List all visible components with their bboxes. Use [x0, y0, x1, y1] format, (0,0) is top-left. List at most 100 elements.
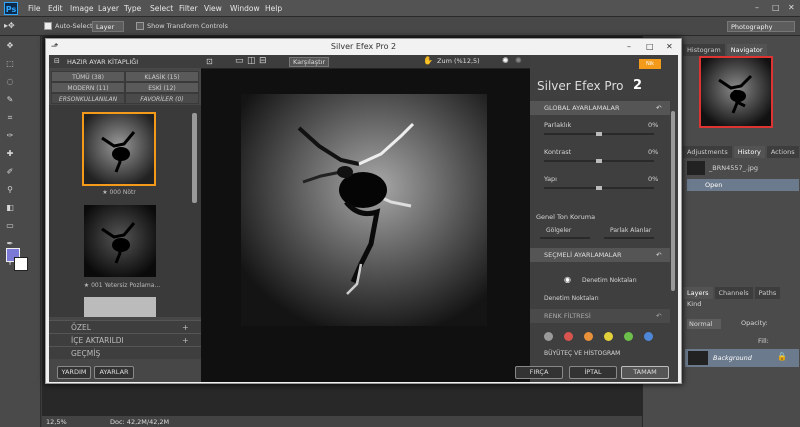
section-custom[interactable]: ÖZEL +: [49, 320, 201, 333]
structure-knob[interactable]: [596, 186, 602, 190]
reset-icon[interactable]: ↶: [656, 248, 661, 262]
maximize-icon[interactable]: □: [772, 3, 780, 12]
filter-neutral[interactable]: [544, 332, 553, 341]
tab-paths[interactable]: Paths: [754, 287, 781, 299]
transform-checkbox[interactable]: [136, 22, 144, 30]
light-bg-icon[interactable]: ✺: [502, 56, 509, 65]
history-item-open[interactable]: Open: [687, 179, 799, 191]
reset-icon[interactable]: ↶: [656, 101, 661, 115]
zoom-dropdown[interactable]: Zum (%12,5): [437, 57, 480, 65]
preset-thumb-neutral[interactable]: [82, 112, 156, 186]
compare-button[interactable]: Karşılaştır: [289, 57, 330, 67]
contrast-knob[interactable]: [596, 159, 602, 163]
menu-filter[interactable]: Filter: [179, 4, 198, 13]
auto-select-checkbox[interactable]: [44, 22, 52, 30]
filter-green[interactable]: [624, 332, 633, 341]
menu-select[interactable]: Select: [150, 4, 173, 13]
color-filters-header[interactable]: RENK FİLTRESİ ↶: [530, 309, 670, 323]
tab-adjustments[interactable]: Adjustments: [683, 146, 732, 158]
dialog-maximize-icon[interactable]: □: [646, 39, 654, 55]
dialog-minimize-icon[interactable]: –: [627, 39, 631, 55]
tab-layers[interactable]: Layers: [683, 287, 713, 299]
section-imported[interactable]: İÇE AKTARILDI +: [49, 333, 201, 346]
cancel-button[interactable]: İPTAL: [569, 366, 617, 379]
structure-slider[interactable]: [544, 186, 654, 190]
healing-icon[interactable]: ✚: [4, 148, 16, 160]
brightness-control[interactable]: Parlaklık 0%: [530, 117, 670, 139]
control-point-icon[interactable]: ◉: [564, 275, 571, 284]
menu-type[interactable]: Type: [124, 4, 141, 13]
layer-row-background[interactable]: Background 🔒: [685, 349, 799, 367]
tab-all-presets[interactable]: TÜMÜ (38): [51, 71, 125, 82]
lasso-tool-icon[interactable]: ◌: [4, 76, 16, 88]
tab-modern[interactable]: MODERN (11): [51, 82, 125, 93]
menu-image[interactable]: Image: [70, 4, 94, 13]
shadows-slider[interactable]: [540, 237, 590, 239]
structure-control[interactable]: Yapı 0%: [530, 171, 670, 193]
brush-tool-icon[interactable]: ✐: [4, 166, 16, 178]
menu-file[interactable]: File: [28, 4, 41, 13]
menu-view[interactable]: View: [204, 4, 222, 13]
dark-bg-icon[interactable]: ✺: [515, 56, 522, 65]
tab-channels[interactable]: Channels: [714, 287, 753, 299]
ok-button[interactable]: TAMAM: [621, 366, 669, 379]
quick-select-icon[interactable]: ✎: [4, 94, 16, 106]
global-adjustments-header[interactable]: GLOBAL AYARLAMALAR ↶: [530, 101, 670, 115]
loupe-histogram-header[interactable]: BÜYÜTEÇ VE HİSTOGRAM: [544, 350, 620, 357]
minimize-icon[interactable]: –: [755, 3, 759, 12]
tab-actions[interactable]: Actions: [766, 146, 799, 158]
filter-yellow[interactable]: [604, 332, 613, 341]
sidebar-toggle-icon[interactable]: ⊡: [206, 57, 213, 66]
tab-history[interactable]: History: [733, 146, 765, 158]
gradient-tool-icon[interactable]: ▭: [4, 220, 16, 232]
brightness-knob[interactable]: [596, 132, 602, 136]
brightness-slider[interactable]: [544, 132, 654, 136]
highlights-slider[interactable]: [604, 237, 654, 239]
contrast-control[interactable]: Kontrast 0%: [530, 144, 670, 166]
section-history[interactable]: GEÇMİŞ: [49, 346, 201, 359]
reset-icon[interactable]: ↶: [656, 309, 661, 323]
preset-library-header[interactable]: ⊟ HAZIR AYAR KİTAPLIĞI: [49, 55, 201, 68]
preset-thumb-next[interactable]: [84, 297, 156, 317]
navigator-thumbnail[interactable]: [699, 56, 773, 128]
preset-thumb-underexposed[interactable]: [84, 205, 156, 277]
stamp-tool-icon[interactable]: ⚲: [4, 184, 16, 196]
selective-adjustments-header[interactable]: SEÇMELİ AYARLAMALAR ↶: [530, 248, 670, 262]
collapse-icon[interactable]: ⊟: [54, 57, 60, 65]
side-by-side-icon[interactable]: ⊟: [259, 56, 267, 66]
preset-scrollbar[interactable]: [192, 113, 197, 203]
adjustments-scrollbar[interactable]: [671, 111, 675, 291]
menu-window[interactable]: Window: [230, 4, 260, 13]
auto-select-dropdown[interactable]: Layer: [92, 21, 124, 32]
tab-favorites[interactable]: FAVORİLER (0): [125, 93, 199, 104]
tab-navigator[interactable]: Navigator: [726, 44, 767, 56]
filter-blue[interactable]: [644, 332, 653, 341]
move-tool-icon[interactable]: ✥: [4, 40, 16, 52]
workspace-dropdown[interactable]: Photography: [727, 21, 795, 32]
dialog-close-icon[interactable]: ✕: [666, 39, 673, 55]
preview-photo[interactable]: [241, 94, 487, 326]
brush-button[interactable]: FIRÇA: [515, 366, 563, 379]
help-button[interactable]: YARDIM: [57, 366, 91, 379]
filter-orange[interactable]: [584, 332, 593, 341]
filter-red[interactable]: [564, 332, 573, 341]
close-icon[interactable]: ✕: [788, 3, 795, 12]
move-tool-icon[interactable]: ▸✥: [4, 21, 15, 30]
menu-help[interactable]: Help: [265, 4, 282, 13]
hand-icon[interactable]: ✋: [423, 56, 433, 65]
tab-recent[interactable]: ERSONKULLANILAN: [51, 93, 125, 104]
menu-layer[interactable]: Layer: [98, 4, 119, 13]
eyedropper-icon[interactable]: ✑: [4, 130, 16, 142]
background-color-swatch[interactable]: [14, 257, 28, 271]
marquee-tool-icon[interactable]: ⬚: [4, 58, 16, 70]
eraser-tool-icon[interactable]: ◧: [4, 202, 16, 214]
split-view-icon[interactable]: ◫: [247, 56, 256, 66]
contrast-slider[interactable]: [544, 159, 654, 163]
tab-histogram[interactable]: Histogram: [683, 44, 725, 56]
blend-mode-dropdown[interactable]: Normal: [687, 319, 721, 329]
layer-kind-filter[interactable]: Kind: [687, 300, 701, 308]
single-view-icon[interactable]: ▭: [235, 56, 244, 66]
crop-tool-icon[interactable]: ⌗: [4, 112, 16, 124]
tab-classic[interactable]: KLASİK (15): [125, 71, 199, 82]
control-points-button[interactable]: Denetim Noktaları: [582, 277, 637, 284]
